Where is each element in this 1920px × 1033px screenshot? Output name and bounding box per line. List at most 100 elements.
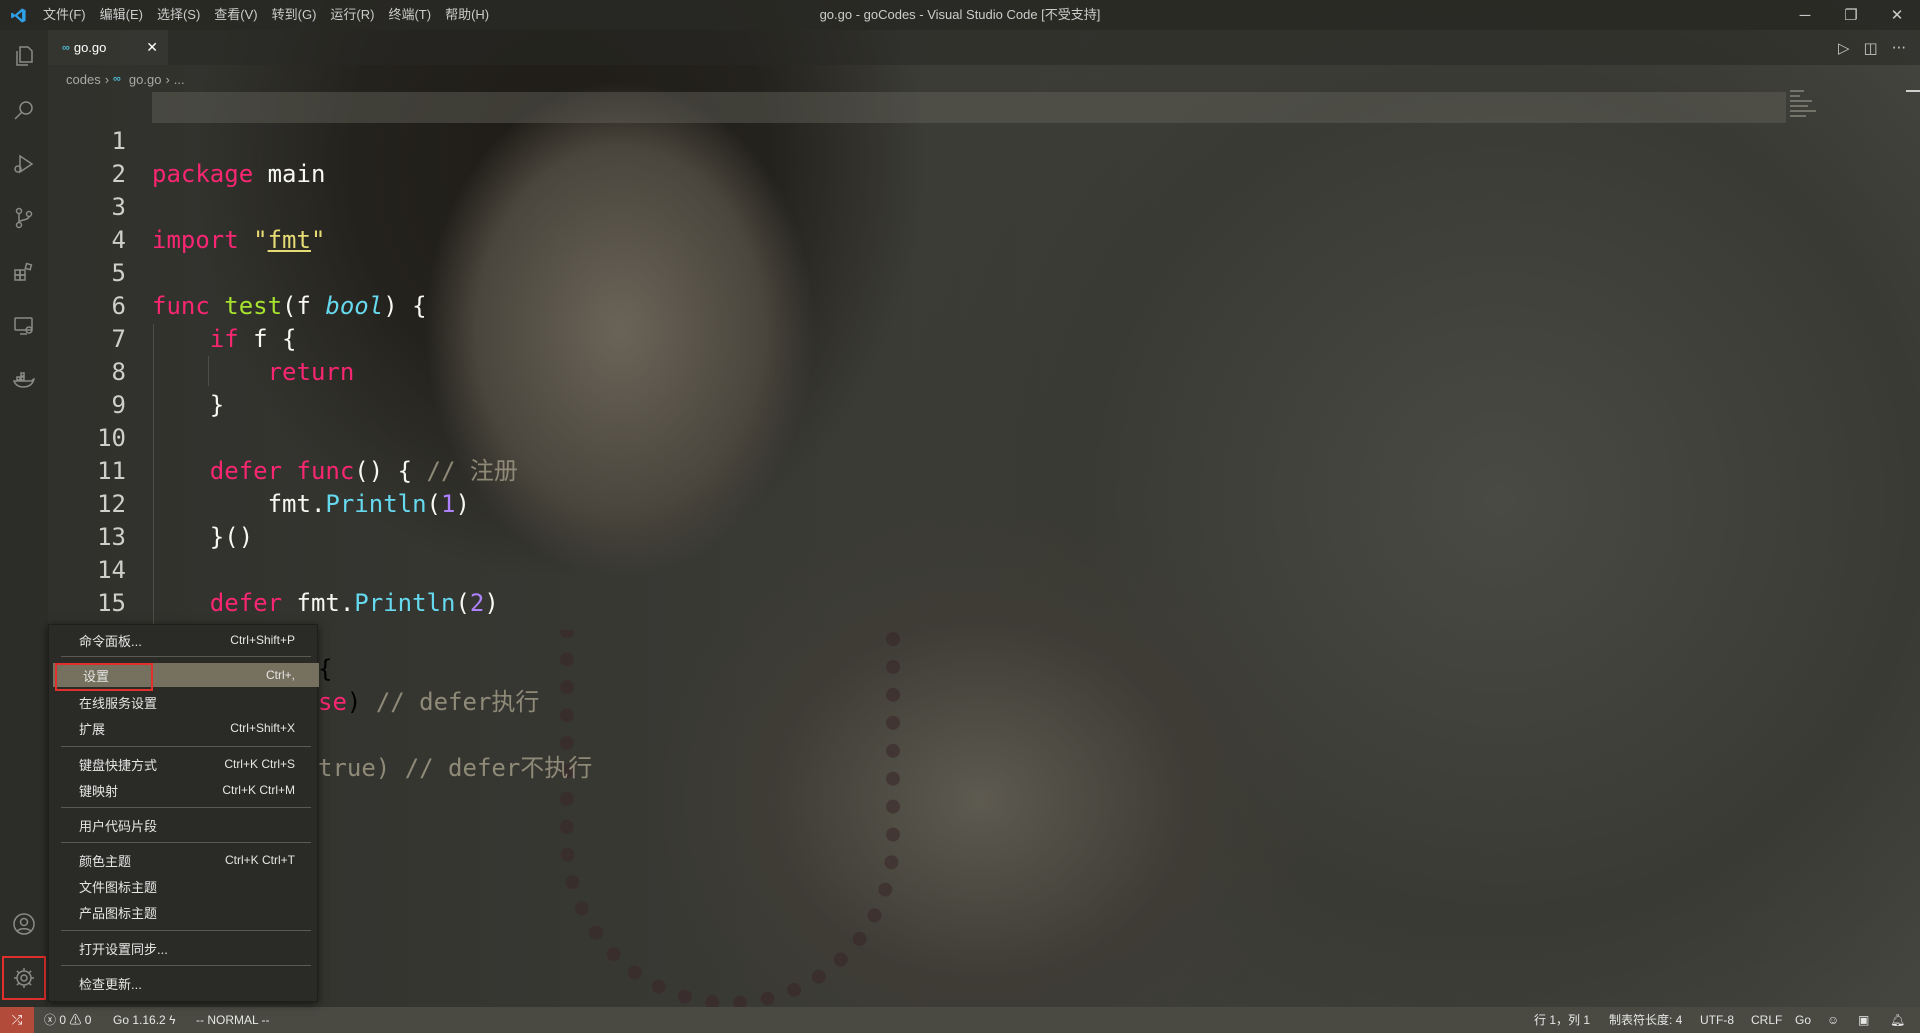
live-share-icon[interactable]: ▣ xyxy=(1858,1007,1869,1033)
editor-tab-bar: ∞ go.go ✕ ▷ ◫ ··· xyxy=(48,30,1920,65)
menu-edit[interactable]: 编辑(E) xyxy=(93,0,150,30)
explorer-icon[interactable] xyxy=(0,32,48,80)
code-line: 15 xyxy=(48,554,1548,617)
menu-help[interactable]: 帮助(H) xyxy=(438,0,496,30)
account-icon[interactable] xyxy=(0,900,48,948)
menu-item-extensions[interactable]: 扩展 Ctrl+Shift+X xyxy=(49,716,319,740)
code-line: 16 } xyxy=(48,587,1548,683)
more-icon[interactable]: ··· xyxy=(1892,39,1906,57)
docker-icon[interactable] xyxy=(0,356,48,404)
manage-context-menu: 命令面板... Ctrl+Shift+P 设置 Ctrl+, 在线服务设置 扩展… xyxy=(48,624,319,1002)
menu-item-settings-sync[interactable]: 打开设置同步... xyxy=(49,936,319,960)
code-line: 9 xyxy=(48,356,1548,419)
split-editor-icon[interactable]: ◫ xyxy=(1864,39,1878,57)
go-file-icon: ∞ xyxy=(113,73,121,85)
menu-item-command-palette[interactable]: 命令面板... Ctrl+Shift+P xyxy=(49,628,319,652)
run-icon[interactable]: ▷ xyxy=(1838,39,1850,57)
menu-item-product-icon-theme[interactable]: 产品图标主题 xyxy=(49,900,319,924)
code-token: se xyxy=(318,688,347,716)
menu-item-shortcut: Ctrl+K Ctrl+M xyxy=(222,783,295,797)
gear-icon[interactable] xyxy=(0,954,48,1002)
encoding[interactable]: UTF-8 xyxy=(1700,1007,1734,1033)
minimize-button[interactable]: ─ xyxy=(1782,0,1828,30)
chevron-right-icon: › xyxy=(104,71,110,87)
code-line: 6 if f { xyxy=(48,257,1548,353)
tab-size[interactable]: 制表符长度: 4 xyxy=(1609,1007,1682,1033)
go-file-icon: ∞ xyxy=(62,41,70,54)
menu-terminal[interactable]: 终端(T) xyxy=(381,0,438,30)
problems-indicator[interactable]: ⓧ 0 ⚠ 0 xyxy=(44,1007,91,1033)
code-line: 11 fmt.Println(1) xyxy=(48,422,1548,518)
menu-item-label: 用户代码片段 xyxy=(79,818,158,834)
menu-item-label: 键映射 xyxy=(79,783,119,799)
go-version[interactable]: Go 1.16.2 ϟ xyxy=(113,1007,175,1033)
menu-item-online-services[interactable]: 在线服务设置 xyxy=(49,690,319,714)
menu-selection[interactable]: 选择(S) xyxy=(150,0,207,30)
window-controls: ─ ❐ ✕ xyxy=(1782,0,1920,30)
language-mode[interactable]: Go xyxy=(1795,1007,1811,1033)
cursor-position[interactable]: 行 1，列 1 xyxy=(1534,1007,1590,1033)
menu-go[interactable]: 转到(G) xyxy=(265,0,324,30)
menu-item-label: 颜色主题 xyxy=(79,853,132,869)
feedback-icon[interactable]: ☺ xyxy=(1827,1007,1839,1033)
menu-run[interactable]: 运行(R) xyxy=(323,0,381,30)
end-of-line[interactable]: CRLF xyxy=(1751,1007,1782,1033)
menu-item-label: 命令面板... xyxy=(79,633,142,649)
code-line: 13 xyxy=(48,488,1548,551)
search-icon[interactable] xyxy=(0,86,48,134)
menu-separator xyxy=(61,656,311,657)
extensions-icon[interactable] xyxy=(0,248,48,296)
menu-item-shortcut: Ctrl+, xyxy=(265,668,295,682)
code-editor[interactable]: 1 package main 2 3 import "fmt" 4 5 func… xyxy=(48,92,1898,1007)
vim-mode: -- NORMAL -- xyxy=(196,1013,270,1027)
code-line: 4 xyxy=(48,191,1548,254)
tab-close-icon[interactable]: ✕ xyxy=(146,39,158,56)
menu-item-label: 文件图标主题 xyxy=(79,879,158,895)
code-line: 5 func test(f bool) { xyxy=(48,224,1548,320)
menu-item-shortcut: Ctrl+K Ctrl+T xyxy=(224,853,295,867)
menu-view[interactable]: 查看(V) xyxy=(207,0,264,30)
menu-separator xyxy=(61,965,311,966)
error-icon: ⓧ xyxy=(44,1013,57,1027)
menu-item-label: 键盘快捷方式 xyxy=(79,757,158,773)
menu-item-keyboard-shortcuts[interactable]: 键盘快捷方式 Ctrl+K Ctrl+S xyxy=(49,752,319,776)
menu-separator xyxy=(61,746,311,747)
menu-item-user-snippets[interactable]: 用户代码片段 xyxy=(49,813,319,837)
menu-item-label: 在线服务设置 xyxy=(79,695,158,711)
menu-item-shortcut: Ctrl+Shift+P xyxy=(230,633,295,647)
menu-item-color-theme[interactable]: 颜色主题 Ctrl+K Ctrl+T xyxy=(49,848,319,872)
remote-explorer-icon[interactable] xyxy=(0,302,48,350)
menu-item-label: 产品图标主题 xyxy=(79,905,158,921)
code-comment: // defer执行 xyxy=(375,688,540,716)
scrollbar-indicator[interactable] xyxy=(1906,90,1920,92)
chevron-right-icon: › xyxy=(165,71,170,87)
code-line: 7 return xyxy=(48,290,1548,386)
code-line: 10 defer func() { // 注册 xyxy=(48,389,1548,485)
breadcrumb: codes › ∞ go.go › ... xyxy=(66,68,185,90)
status-bar: ⤮ ⓧ 0 ⚠ 0 Go 1.16.2 ϟ -- NORMAL -- 行 1，列… xyxy=(0,1007,1920,1033)
menu-item-label: 扩展 xyxy=(79,721,106,737)
breadcrumb-folder[interactable]: codes xyxy=(66,72,101,87)
code-line: { xyxy=(318,620,1818,683)
restore-button[interactable]: ❐ xyxy=(1828,0,1874,30)
remote-icon[interactable]: ⤮ xyxy=(0,1007,34,1033)
minimap[interactable] xyxy=(1790,90,1830,140)
code-line: true) // defer不执行 xyxy=(318,719,1818,782)
source-control-icon[interactable] xyxy=(0,194,48,242)
run-debug-icon[interactable] xyxy=(0,140,48,188)
code-line: 1 package main xyxy=(48,92,1548,188)
bell-icon[interactable]: 🔔︎ xyxy=(1890,1007,1905,1033)
breadcrumb-more[interactable]: ... xyxy=(174,72,185,87)
settings-highlight-outline xyxy=(55,663,153,691)
close-window-button[interactable]: ✕ xyxy=(1874,0,1920,30)
tab-go-go[interactable]: ∞ go.go ✕ xyxy=(48,30,168,65)
menu-separator xyxy=(61,842,311,843)
breadcrumb-file[interactable]: go.go xyxy=(129,72,162,87)
code-line: 8 } xyxy=(48,323,1548,419)
menu-file[interactable]: 文件(F) xyxy=(36,0,93,30)
menu-item-keymaps[interactable]: 键映射 Ctrl+K Ctrl+M xyxy=(49,778,319,802)
menu-item-check-updates[interactable]: 检查更新... xyxy=(49,971,319,995)
vscode-logo-icon xyxy=(0,0,36,30)
code-line: 2 xyxy=(48,125,1548,188)
menu-item-file-icon-theme[interactable]: 文件图标主题 xyxy=(49,874,319,898)
